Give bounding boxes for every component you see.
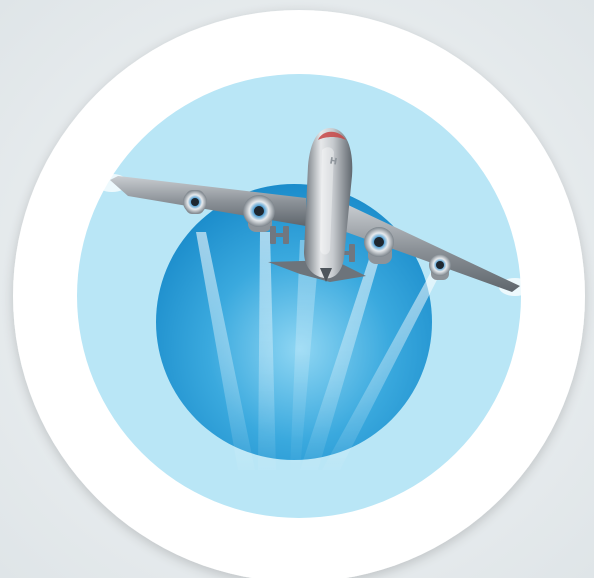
- engine-right-inner: [364, 227, 394, 264]
- engine-right-outer: [429, 254, 451, 280]
- app-icon-canvas: H: [0, 0, 594, 578]
- engine-left-outer: [183, 190, 207, 214]
